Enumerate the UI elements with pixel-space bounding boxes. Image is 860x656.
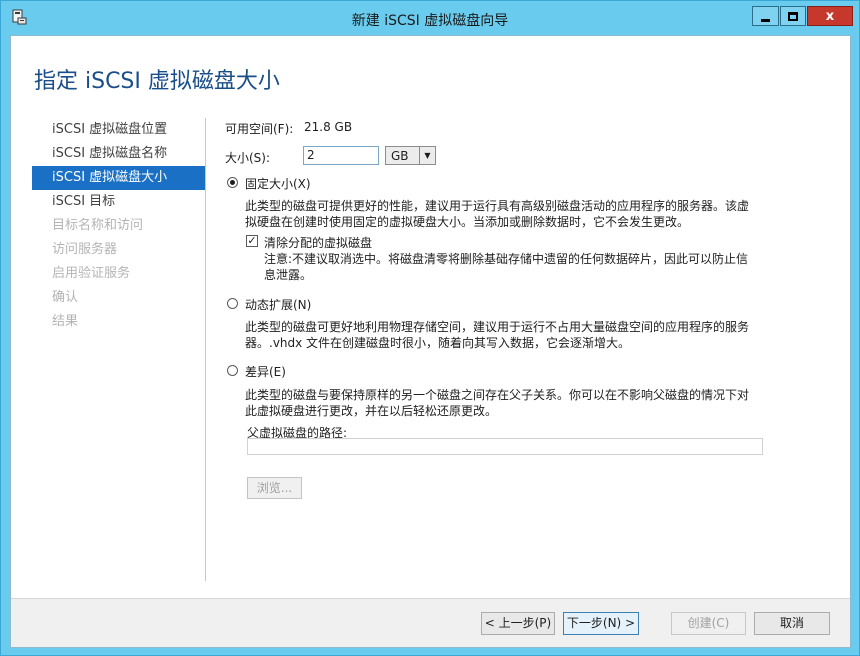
parent-path-input[interactable]: [247, 438, 763, 455]
close-icon: x: [825, 8, 835, 24]
maximize-icon: [788, 11, 798, 21]
size-unit-select[interactable]: GB ▼: [385, 146, 436, 165]
size-label: 大小(S):: [225, 151, 271, 165]
dynamic-expand-description-line2: 器。.vhdx 文件在创建磁盘时很小，随着向其写入数据，它会逐渐增大。: [245, 336, 631, 350]
differencing-description-line2: 此虚拟硬盘进行更改，并在以后轻松还原更改。: [245, 404, 498, 418]
clear-disk-note-line1: 注意:不建议取消选中。将磁盘清零将删除基础存储中遗留的任何数据碎片，因此可以防止…: [264, 252, 749, 266]
clear-disk-note-line2: 息泄露。: [264, 268, 313, 282]
nav-item-disk-size[interactable]: iSCSI 虚拟磁盘大小: [32, 166, 206, 190]
free-space-label: 可用空间(F):: [225, 122, 294, 136]
nav-divider: [205, 118, 206, 581]
wizard-client-area: 指定 iSCSI 虚拟磁盘大小 iSCSI 虚拟磁盘位置 iSCSI 虚拟磁盘名…: [10, 35, 851, 648]
fixed-size-label[interactable]: 固定大小(X): [245, 175, 311, 192]
wizard-window: 新建 iSCSI 虚拟磁盘向导 x 指定 iSCSI 虚拟磁盘大小 iSCSI …: [0, 0, 860, 656]
minimize-button[interactable]: [752, 6, 779, 26]
cancel-button[interactable]: 取消: [754, 612, 830, 635]
window-title: 新建 iSCSI 虚拟磁盘向导: [351, 13, 509, 29]
size-options-panel: 可用空间(F): 21.8 GB 大小(S): 2 GB ▼ 固定大小(X) 此…: [225, 36, 845, 596]
dynamic-expand-radio[interactable]: [227, 298, 238, 309]
browse-button[interactable]: 浏览...: [247, 477, 302, 499]
dynamic-expand-label[interactable]: 动态扩展(N): [245, 296, 311, 313]
minimize-icon: [761, 18, 770, 22]
fixed-size-radio[interactable]: [227, 177, 238, 188]
close-button[interactable]: x: [807, 6, 853, 26]
title-bar[interactable]: 新建 iSCSI 虚拟磁盘向导 x: [1, 1, 859, 35]
fixed-size-description-line2: 拟硬盘在创建时使用固定的虚拟硬盘大小。当添加或删除数据时，它不会发生更改。: [245, 215, 690, 229]
fixed-size-description-line1: 此类型的磁盘可提供更好的性能，建议用于运行具有高级别磁盘活动的应用程序的服务器。…: [245, 199, 750, 213]
previous-button[interactable]: < 上一步(P): [481, 612, 555, 635]
nav-item-iscsi-target[interactable]: iSCSI 目标: [32, 190, 206, 214]
free-space-value: 21.8 GB: [304, 120, 353, 134]
differencing-label[interactable]: 差异(E): [245, 363, 286, 380]
differencing-radio[interactable]: [227, 365, 238, 376]
nav-item-access-servers: 访问服务器: [52, 242, 118, 257]
nav-item-results: 结果: [52, 314, 79, 329]
nav-item-disk-name[interactable]: iSCSI 虚拟磁盘名称: [32, 142, 206, 166]
nav-item-enable-auth: 启用验证服务: [52, 266, 131, 281]
nav-item-target-name-access: 目标名称和访问: [52, 218, 144, 233]
nav-item-disk-location[interactable]: iSCSI 虚拟磁盘位置: [32, 118, 206, 142]
clear-disk-label[interactable]: 清除分配的虚拟磁盘: [264, 234, 372, 251]
wizard-nav: iSCSI 虚拟磁盘位置 iSCSI 虚拟磁盘名称 iSCSI 虚拟磁盘大小 i…: [32, 118, 206, 334]
maximize-button[interactable]: [780, 6, 806, 26]
differencing-description-line1: 此类型的磁盘与要保持原样的另一个磁盘之间存在父子关系。你可以在不影响父磁盘的情况…: [245, 388, 750, 402]
create-button[interactable]: 创建(C): [671, 612, 746, 635]
wizard-footer: < 上一步(P) 下一步(N) > 创建(C) 取消: [11, 598, 850, 647]
size-unit-value: GB: [391, 148, 409, 163]
clear-disk-checkbox[interactable]: ✓: [246, 235, 258, 247]
next-button[interactable]: 下一步(N) >: [563, 612, 639, 635]
size-input[interactable]: 2: [303, 146, 379, 165]
chevron-down-icon: ▼: [419, 147, 435, 164]
nav-item-confirmation: 确认: [52, 290, 79, 305]
dynamic-expand-description-line1: 此类型的磁盘可更好地利用物理存储空间，建议用于运行不占用大量磁盘空间的应用程序的…: [245, 320, 750, 334]
